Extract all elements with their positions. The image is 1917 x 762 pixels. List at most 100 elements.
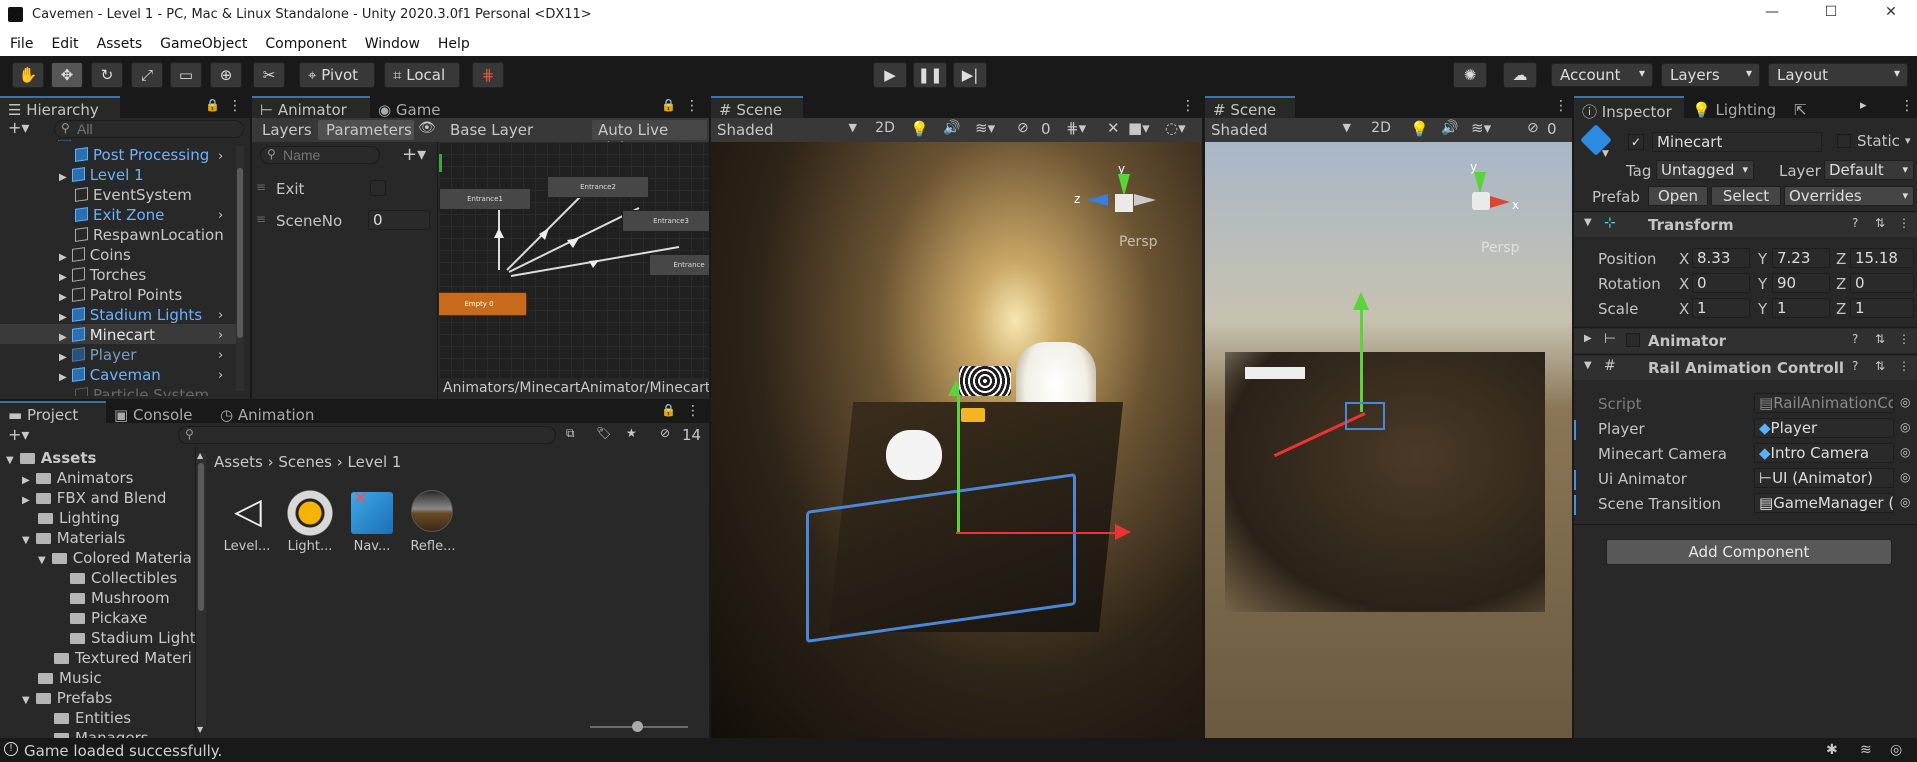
shading-mode-dropdown[interactable]: Shaded ▼: [1207, 120, 1355, 140]
object-picker-icon[interactable]: ◎: [1900, 470, 1910, 484]
base-layer-breadcrumb[interactable]: Base Layer: [446, 120, 537, 140]
menu-window[interactable]: Window: [356, 30, 429, 52]
list-item[interactable]: ▶ Stadium Lights: [59, 306, 202, 326]
kebab-menu-icon[interactable]: ⋮: [685, 98, 699, 114]
project-search-input[interactable]: [178, 426, 556, 444]
chevron-right-icon[interactable]: ›: [218, 149, 223, 164]
preset-icon[interactable]: ⇅: [1875, 332, 1885, 346]
position-x-field[interactable]: 8.33: [1692, 248, 1750, 268]
account-dropdown[interactable]: Account: [1551, 63, 1653, 87]
lock-icon[interactable]: 🔒: [205, 98, 220, 112]
list-item[interactable]: ▶ Player: [59, 346, 136, 366]
scale-z-field[interactable]: 1: [1850, 298, 1914, 318]
kebab-menu-icon[interactable]: ⋮: [1554, 98, 1568, 114]
kebab-menu-icon[interactable]: ⋮: [686, 403, 700, 419]
toggle-2d-button[interactable]: 2D: [869, 120, 901, 140]
active-checkbox[interactable]: ✓: [1628, 134, 1644, 150]
state-node-entrance1[interactable]: Entrance1: [439, 188, 531, 210]
filter-by-type-icon[interactable]: ⧉: [566, 426, 575, 441]
progress-stack-icon[interactable]: ≋: [1860, 742, 1872, 758]
prefab-open-button[interactable]: Open: [1648, 186, 1708, 206]
kebab-menu-icon[interactable]: ⋮: [1898, 332, 1910, 346]
list-item[interactable]: Pickaxe: [70, 609, 147, 629]
hierarchy-search-input[interactable]: [54, 120, 244, 138]
lock-icon[interactable]: 🔒: [661, 98, 676, 112]
chevron-right-icon[interactable]: ›: [218, 308, 223, 323]
pause-button[interactable]: ❚❚: [913, 62, 947, 88]
scale-x-field[interactable]: 1: [1692, 298, 1750, 318]
chevron-down-icon[interactable]: ▾: [1905, 134, 1911, 147]
preset-icon[interactable]: ⇅: [1875, 359, 1885, 373]
gizmos-icon[interactable]: ◌▾: [1165, 119, 1186, 137]
grid-toggle-icon[interactable]: ⋕▾: [1066, 119, 1086, 137]
effects-toggle-icon[interactable]: ≋▾: [1471, 119, 1491, 137]
list-item[interactable]: ▶ Animators: [22, 469, 133, 489]
position-z-field[interactable]: 15.18: [1850, 248, 1914, 268]
tab-lighting[interactable]: 💡 Lighting: [1684, 96, 1786, 119]
state-node-entrance[interactable]: Entrance: [649, 254, 709, 276]
minecart-camera-field[interactable]: ◆Intro Camera: [1754, 443, 1894, 463]
kebab-menu-icon[interactable]: ⋮: [1898, 216, 1910, 230]
rect-tool-icon[interactable]: ▭: [170, 62, 202, 88]
object-picker-icon[interactable]: ◎: [1900, 395, 1910, 409]
ui-animator-field[interactable]: ⊢UI (Animator): [1754, 468, 1894, 488]
chevron-right-icon[interactable]: ›: [218, 348, 223, 363]
maximize-button[interactable]: ☐: [1816, 4, 1846, 26]
kebab-menu-icon[interactable]: ⋮: [1898, 359, 1910, 373]
breadcrumb-scenes[interactable]: Scenes: [278, 453, 332, 471]
eye-icon[interactable]: 👁: [418, 120, 436, 136]
navmesh-icon[interactable]: ✕: [351, 488, 393, 534]
list-item[interactable]: [58, 140, 218, 141]
menu-help[interactable]: Help: [429, 30, 479, 52]
reflection-probe-icon[interactable]: [411, 490, 453, 532]
list-item[interactable]: Music: [38, 669, 102, 689]
custom-tool-icon[interactable]: ✂: [253, 62, 285, 88]
list-item[interactable]: Collectibles: [70, 569, 177, 589]
hand-tool-icon[interactable]: ✋: [12, 62, 44, 88]
scale-tool-icon[interactable]: ⤢: [131, 62, 163, 88]
menu-edit[interactable]: Edit: [42, 30, 87, 52]
tab-project[interactable]: ▬ Project: [0, 401, 106, 424]
sceneno-field[interactable]: 0: [368, 210, 430, 230]
minimize-button[interactable]: —: [1757, 4, 1787, 26]
list-item[interactable]: Exit Zone: [75, 206, 164, 226]
tab-animation[interactable]: ◷ Animation: [212, 401, 324, 424]
tab-animator[interactable]: ⊢ Animator: [252, 96, 370, 119]
list-item[interactable]: ▶ FBX and Blend: [22, 489, 166, 509]
animator-enabled-checkbox[interactable]: [1626, 333, 1640, 347]
hidden-objects-icon[interactable]: ⊘: [1527, 120, 1539, 136]
transform-header[interactable]: ▼ ⊹ Transform ? ⇅ ⋮: [1574, 213, 1917, 237]
scene2-viewport[interactable]: y x Persp: [1205, 142, 1572, 738]
bug-icon[interactable]: ✱: [1826, 742, 1838, 758]
scale-y-field[interactable]: 1: [1772, 298, 1830, 318]
rail-controller-header[interactable]: ▼ # Rail Animation Controller ( ? ⇅ ⋮: [1574, 356, 1917, 380]
auto-live-link-button[interactable]: Auto Live Link: [592, 120, 707, 157]
animator-graph[interactable]: Entrance1 Entrance2 Entrance3 Entrance E…: [439, 142, 709, 399]
preset-icon[interactable]: ⇅: [1875, 216, 1885, 230]
player-field[interactable]: ◆Player: [1754, 418, 1894, 438]
rotate-tool-icon[interactable]: ↻: [91, 62, 123, 88]
chevron-right-icon[interactable]: ›: [218, 328, 223, 343]
list-item[interactable]: Mushroom: [70, 589, 170, 609]
step-button[interactable]: ▶|: [953, 62, 987, 88]
pivot-toggle[interactable]: ⌖ Pivot: [299, 62, 375, 88]
static-checkbox[interactable]: [1837, 134, 1851, 148]
auto-generate-icon[interactable]: ◎: [1890, 742, 1902, 758]
unity-scene-icon[interactable]: ◁: [225, 490, 271, 536]
animator-parameters-tab[interactable]: Parameters: [318, 120, 414, 140]
tag-dropdown[interactable]: Untagged ▾: [1656, 160, 1754, 180]
scene1-viewport[interactable]: y z Persp: [711, 142, 1202, 738]
collab-icon[interactable]: ✺: [1453, 62, 1487, 88]
hidden-objects-icon[interactable]: ⊘: [1017, 120, 1029, 136]
tab-scene[interactable]: # Scene: [1205, 96, 1295, 119]
state-node-entrance3[interactable]: Entrance3: [622, 210, 709, 232]
kebab-menu-icon[interactable]: ⋮: [1181, 98, 1195, 114]
list-item[interactable]: ▼ Materials: [22, 529, 125, 549]
camera-icon[interactable]: ■▾: [1128, 119, 1150, 137]
parameter-search-input[interactable]: [260, 146, 380, 164]
transform-tool-icon[interactable]: ⊕: [210, 62, 242, 88]
persp-label[interactable]: Persp: [1481, 240, 1520, 256]
chevron-right-icon[interactable]: ›: [218, 368, 223, 383]
drag-handle-icon[interactable]: ≡: [256, 180, 266, 194]
tabs-overflow-icon[interactable]: ▸: [1860, 98, 1867, 113]
